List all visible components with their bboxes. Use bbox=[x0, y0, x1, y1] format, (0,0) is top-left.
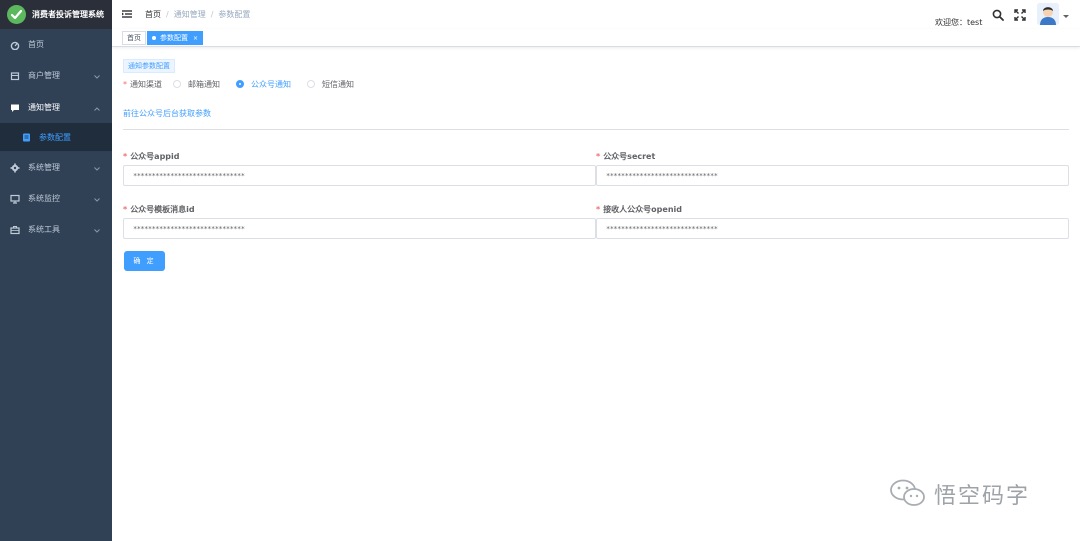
tag-home[interactable]: 首页 bbox=[122, 31, 146, 45]
breadcrumb-home[interactable]: 首页 bbox=[145, 9, 161, 20]
app-root: 消费者投诉管理系统 首页 商户管理 通知管理 参数配置 系统管理 系统监控 系统… bbox=[0, 0, 1080, 541]
radio-label: 邮箱通知 bbox=[188, 79, 220, 89]
sidebar-item-label: 系统工具 bbox=[28, 225, 60, 234]
breadcrumb-current: 参数配置 bbox=[218, 10, 251, 19]
sidebar-item-home[interactable]: 首页 bbox=[0, 29, 112, 60]
search-icon[interactable] bbox=[992, 9, 1004, 23]
radio-label: 短信通知 bbox=[322, 79, 354, 89]
breadcrumb: 首页 / 通知管理 / 参数配置 bbox=[145, 9, 250, 20]
sidebar-item-merchants[interactable]: 商户管理 bbox=[0, 60, 112, 91]
radio-label: 公众号通知 bbox=[251, 79, 291, 89]
hamburger-icon[interactable] bbox=[121, 8, 133, 20]
logo-icon bbox=[7, 5, 26, 24]
monitor-icon bbox=[10, 194, 20, 204]
main-content: 通知参数配置 * 通知渠道 邮箱通知 公众号通知 短信通知 前往公众号后台获取参… bbox=[112, 48, 1080, 541]
breadcrumb-separator: / bbox=[210, 10, 214, 19]
divider bbox=[123, 129, 1069, 130]
chevron-down-icon bbox=[94, 164, 100, 173]
tag-label: 参数配置 bbox=[160, 34, 188, 42]
sidebar-item-label: 首页 bbox=[28, 40, 44, 49]
close-icon[interactable]: × bbox=[193, 35, 198, 42]
watermark-text: 悟空码字 bbox=[934, 484, 1031, 509]
required-asterisk: * bbox=[123, 79, 127, 89]
fullscreen-icon[interactable] bbox=[1014, 9, 1026, 23]
document-icon bbox=[22, 133, 31, 142]
openid-label: * 接收人公众号openid bbox=[596, 204, 682, 215]
dashboard-icon bbox=[10, 40, 20, 50]
tags-view: 首页 参数配置 × bbox=[112, 29, 1080, 47]
navbar: 首页 / 通知管理 / 参数配置 欢迎您：test bbox=[112, 0, 1080, 29]
sidebar-item-label: 系统监控 bbox=[28, 194, 60, 203]
openid-input[interactable]: ****************************** bbox=[596, 218, 1069, 239]
chevron-up-icon bbox=[94, 104, 100, 113]
active-dot-icon bbox=[152, 36, 156, 40]
secret-label: * 公众号secret bbox=[596, 151, 655, 162]
tag-label: 首页 bbox=[127, 34, 141, 42]
secret-input[interactable]: ****************************** bbox=[596, 165, 1069, 186]
sidebar-item-label: 系统管理 bbox=[28, 163, 60, 172]
sidebar-item-notifications[interactable]: 通知管理 bbox=[0, 92, 112, 123]
radio-official-account[interactable]: 公众号通知 bbox=[236, 79, 291, 90]
radio-circle[interactable] bbox=[236, 80, 244, 88]
radio-sms[interactable]: 短信通知 bbox=[307, 79, 354, 90]
gear-icon bbox=[10, 163, 20, 173]
get-params-link[interactable]: 前往公众号后台获取参数 bbox=[123, 108, 211, 119]
openid-label-text: 接收人公众号openid bbox=[603, 205, 682, 214]
confirm-button[interactable]: 确 定 bbox=[124, 251, 165, 271]
tag-param-config[interactable]: 参数配置 × bbox=[147, 31, 204, 45]
radio-circle[interactable] bbox=[307, 80, 315, 88]
chevron-down-icon bbox=[94, 72, 100, 81]
template-id-label-text: 公众号模板消息id bbox=[130, 205, 195, 214]
radio-email[interactable]: 邮箱通知 bbox=[173, 79, 220, 90]
toolbox-icon bbox=[10, 225, 20, 235]
wechat-icon bbox=[888, 478, 928, 510]
breadcrumb-notifications: 通知管理 bbox=[173, 10, 206, 19]
sidebar-item-system[interactable]: 系统管理 bbox=[0, 152, 112, 183]
required-asterisk: * bbox=[123, 152, 128, 161]
sidebar-item-tools[interactable]: 系统工具 bbox=[0, 214, 112, 245]
sidebar-item-monitor[interactable]: 系统监控 bbox=[0, 183, 112, 214]
sidebar-item-label: 通知管理 bbox=[28, 103, 60, 112]
template-id-label: * 公众号模板消息id bbox=[123, 204, 195, 215]
required-asterisk: * bbox=[596, 152, 601, 161]
required-asterisk: * bbox=[123, 205, 128, 214]
appid-input[interactable]: ****************************** bbox=[123, 165, 596, 186]
secret-label-text: 公众号secret bbox=[603, 152, 656, 161]
caret-down-icon[interactable] bbox=[1063, 15, 1069, 18]
breadcrumb-separator: / bbox=[166, 10, 169, 19]
required-asterisk: * bbox=[596, 205, 601, 214]
channel-label: 通知渠道 bbox=[130, 79, 162, 89]
appid-label: * 公众号appid bbox=[123, 151, 180, 162]
chevron-down-icon bbox=[94, 195, 100, 204]
chevron-down-icon bbox=[94, 226, 100, 235]
template-id-input[interactable]: ****************************** bbox=[123, 218, 596, 239]
logo-bar[interactable]: 消费者投诉管理系统 bbox=[0, 0, 112, 29]
app-title: 消费者投诉管理系统 bbox=[32, 10, 104, 19]
sidebar: 消费者投诉管理系统 首页 商户管理 通知管理 参数配置 系统管理 系统监控 系统… bbox=[0, 0, 112, 541]
radio-circle[interactable] bbox=[173, 80, 181, 88]
sidebar-subitem-label: 参数配置 bbox=[39, 132, 71, 142]
avatar[interactable] bbox=[1037, 3, 1059, 25]
channel-row: * 通知渠道 邮箱通知 公众号通知 短信通知 bbox=[123, 78, 354, 90]
message-icon bbox=[10, 103, 20, 113]
appid-label-text: 公众号appid bbox=[130, 152, 180, 161]
watermark: 悟空码字 bbox=[888, 478, 1030, 510]
sidebar-item-param-config[interactable]: 参数配置 bbox=[0, 123, 112, 151]
shop-icon bbox=[10, 71, 20, 81]
welcome-text: 欢迎您：test bbox=[935, 18, 983, 27]
sidebar-item-label: 商户管理 bbox=[28, 71, 60, 80]
section-tag: 通知参数配置 bbox=[123, 59, 175, 73]
